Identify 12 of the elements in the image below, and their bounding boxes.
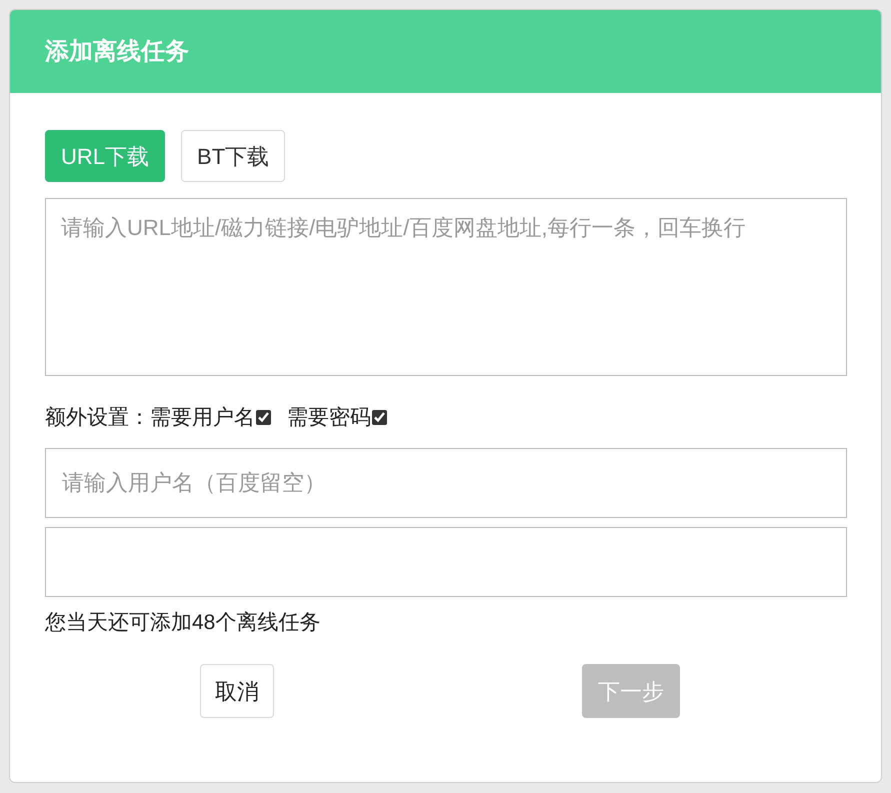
cancel-button[interactable]: 取消 [200, 664, 274, 718]
option-label: 需要用户名 [150, 405, 255, 431]
username-field[interactable]: 请输入用户名（百度留空） [45, 448, 847, 518]
links-field[interactable]: 请输入URL地址/磁力链接/电驴地址/百度网盘地址,每行一条，回车换行 [45, 198, 847, 376]
dialog-title: 添加离线任务 [45, 36, 189, 66]
checkbox[interactable] [256, 410, 271, 426]
tab[interactable]: BT下载 [181, 130, 286, 182]
option-label: 需要密码 [287, 405, 371, 431]
quota-note: 您当天还可添加48个离线任务 [45, 610, 322, 636]
settings-label: 额外设置： [45, 405, 150, 431]
checkbox[interactable] [372, 410, 387, 426]
password-field[interactable] [45, 526, 847, 596]
